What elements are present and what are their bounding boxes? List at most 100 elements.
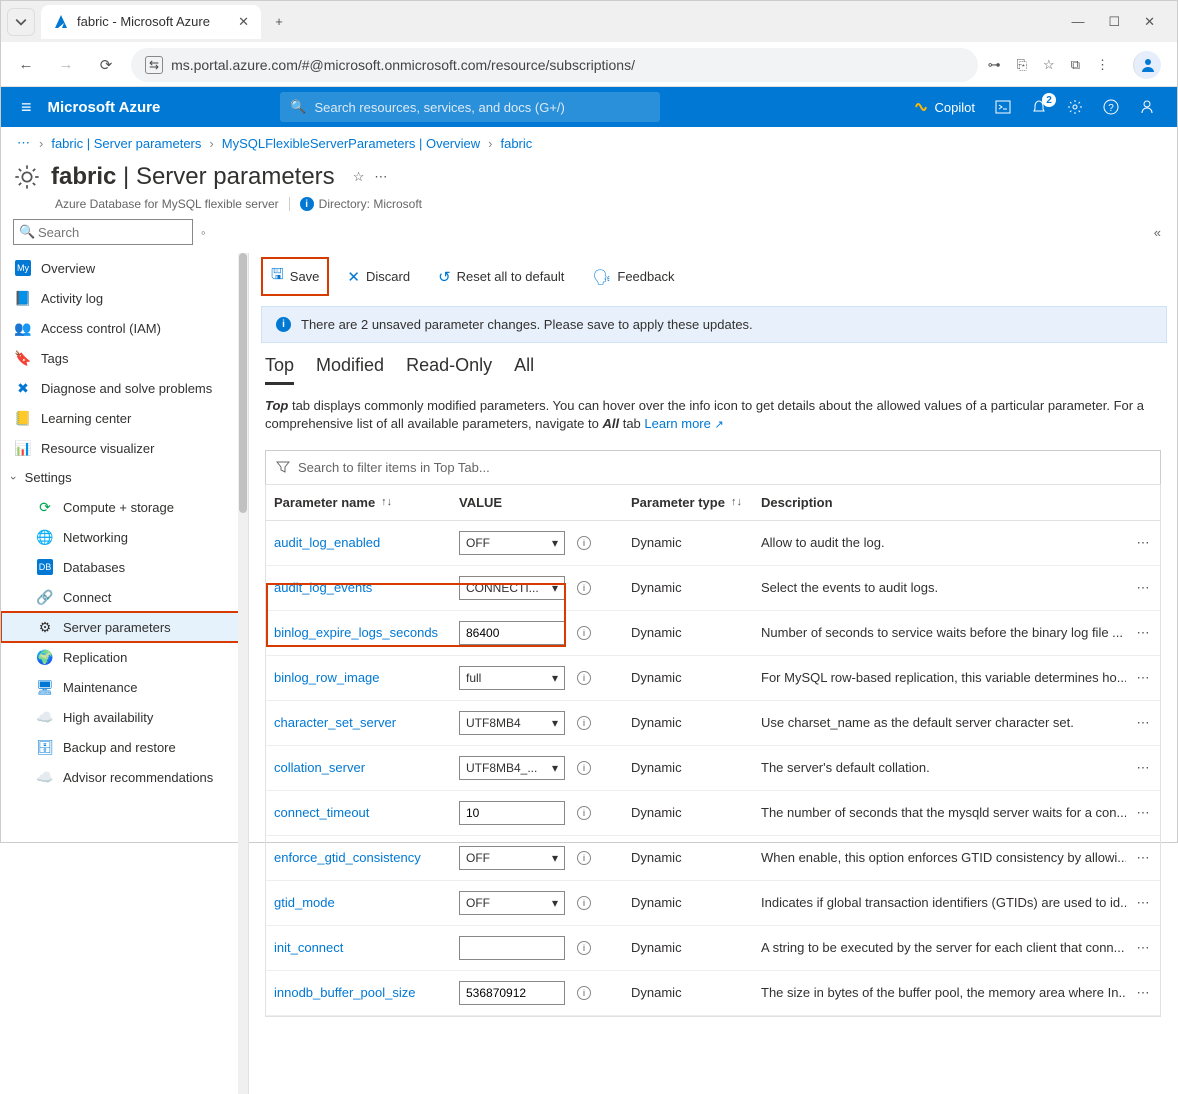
tab-readonly[interactable]: Read-Only xyxy=(406,355,492,385)
info-icon[interactable]: i xyxy=(577,986,591,1000)
col-value[interactable]: VALUE xyxy=(451,485,623,520)
feedback-icon[interactable] xyxy=(1139,99,1155,115)
row-menu[interactable]: ⋯ xyxy=(1126,930,1160,966)
brand[interactable]: Microsoft Azure xyxy=(48,99,161,116)
nav-settings-group[interactable]: ›Settings xyxy=(1,463,248,492)
col-desc[interactable]: Description xyxy=(753,485,1126,520)
nav-databases[interactable]: DBDatabases xyxy=(1,552,248,582)
menu-icon[interactable]: ⋮ xyxy=(1096,57,1109,73)
new-tab-button[interactable]: + xyxy=(265,8,293,36)
row-menu[interactable]: ⋯ xyxy=(1126,885,1160,921)
install-icon[interactable]: ⎘ xyxy=(1017,57,1027,73)
info-icon[interactable]: i xyxy=(577,851,591,865)
browser-tab[interactable]: fabric - Microsoft Azure ✕ xyxy=(41,5,261,39)
close-tab-icon[interactable]: ✕ xyxy=(238,14,249,30)
param-name-link[interactable]: enforce_gtid_consistency xyxy=(274,850,421,865)
settings-icon[interactable] xyxy=(1067,99,1083,115)
more-icon[interactable]: ⋯ xyxy=(374,169,387,185)
info-icon[interactable]: i xyxy=(577,806,591,820)
param-name-link[interactable]: audit_log_events xyxy=(274,580,372,595)
nav-high-availability[interactable]: ☁️High availability xyxy=(1,702,248,732)
discard-button[interactable]: ✕Discard xyxy=(339,263,418,291)
value-select[interactable]: CONNECTI...▾ xyxy=(459,576,565,600)
value-select[interactable]: OFF▾ xyxy=(459,531,565,555)
tab-list-button[interactable] xyxy=(7,8,35,36)
value-input[interactable] xyxy=(459,981,565,1005)
breadcrumb-item[interactable]: MySQLFlexibleServerParameters | Overview xyxy=(222,136,480,151)
site-info-icon[interactable]: ⇆ xyxy=(145,56,163,74)
row-menu[interactable]: ⋯ xyxy=(1126,840,1160,876)
nav-learning[interactable]: 📒Learning center xyxy=(1,403,248,433)
expand-group-icon[interactable]: ◦ xyxy=(201,225,206,240)
nav-connect[interactable]: 🔗Connect xyxy=(1,582,248,612)
reload-button[interactable]: ⟳ xyxy=(91,50,121,80)
nav-networking[interactable]: 🌐Networking xyxy=(1,522,248,552)
value-select[interactable]: OFF▾ xyxy=(459,846,565,870)
maximize-icon[interactable]: ☐ xyxy=(1108,14,1120,30)
profile-avatar[interactable] xyxy=(1133,51,1161,79)
param-name-link[interactable]: audit_log_enabled xyxy=(274,535,380,550)
breadcrumb-item[interactable]: fabric | Server parameters xyxy=(51,136,201,151)
feedback-button[interactable]: 🗣Feedback xyxy=(584,263,682,291)
nav-maintenance[interactable]: 🖥Maintenance xyxy=(1,672,248,702)
value-input[interactable] xyxy=(459,936,565,960)
nav-server-parameters[interactable]: ⚙Server parameters xyxy=(1,612,248,642)
nav-backup[interactable]: 🗄Backup and restore xyxy=(1,732,248,762)
breadcrumb-ellipsis[interactable]: ⋯ xyxy=(17,135,31,151)
save-button[interactable]: 🖫Save xyxy=(263,259,327,294)
url-field[interactable]: ⇆ ms.portal.azure.com/#@microsoft.onmicr… xyxy=(131,48,978,82)
nav-compute[interactable]: ⟳Compute + storage xyxy=(1,492,248,522)
param-name-link[interactable]: init_connect xyxy=(274,940,343,955)
info-icon[interactable]: i xyxy=(577,716,591,730)
nav-replication[interactable]: 🌍Replication xyxy=(1,642,248,672)
row-menu[interactable]: ⋯ xyxy=(1126,705,1160,741)
tab-all[interactable]: All xyxy=(514,355,534,385)
reset-button[interactable]: ↺Reset all to default xyxy=(430,263,572,291)
col-type[interactable]: Parameter type↑↓ xyxy=(623,485,753,520)
copilot-button[interactable]: Copilot xyxy=(913,99,975,115)
extensions-icon[interactable]: ⧉ xyxy=(1071,57,1080,73)
param-name-link[interactable]: innodb_buffer_pool_size xyxy=(274,985,415,1000)
back-button[interactable]: ← xyxy=(11,50,41,80)
param-name-link[interactable]: binlog_row_image xyxy=(274,670,380,685)
row-menu[interactable]: ⋯ xyxy=(1126,615,1160,651)
cloudshell-icon[interactable] xyxy=(995,99,1011,115)
info-icon[interactable]: i xyxy=(577,761,591,775)
nav-iam[interactable]: 👥Access control (IAM) xyxy=(1,313,248,343)
learn-more-link[interactable]: Learn more ↗ xyxy=(644,416,723,431)
nav-diagnose[interactable]: ✖︎Diagnose and solve problems xyxy=(1,373,248,403)
value-input[interactable] xyxy=(459,801,565,825)
forward-button[interactable]: → xyxy=(51,50,81,80)
collapse-sidebar-icon[interactable]: « xyxy=(1154,225,1161,240)
info-icon[interactable]: i xyxy=(577,536,591,550)
row-menu[interactable]: ⋯ xyxy=(1126,660,1160,696)
notifications-icon[interactable]: 2 xyxy=(1031,99,1047,115)
bookmark-icon[interactable]: ☆ xyxy=(1043,57,1055,73)
row-menu[interactable]: ⋯ xyxy=(1126,795,1160,831)
global-search[interactable]: 🔍 Search resources, services, and docs (… xyxy=(280,92,660,122)
info-icon[interactable]: i xyxy=(577,941,591,955)
pin-icon[interactable]: ☆ xyxy=(353,169,365,185)
param-name-link[interactable]: character_set_server xyxy=(274,715,396,730)
tab-top[interactable]: Top xyxy=(265,355,294,385)
nav-advisor[interactable]: ☁️Advisor recommendations xyxy=(1,762,248,792)
value-select[interactable]: UTF8MB4_...▾ xyxy=(459,756,565,780)
row-menu[interactable]: ⋯ xyxy=(1126,525,1160,561)
help-icon[interactable]: ? xyxy=(1103,99,1119,115)
info-icon[interactable]: i xyxy=(577,896,591,910)
row-menu[interactable]: ⋯ xyxy=(1126,975,1160,1011)
nav-overview[interactable]: MyOverview xyxy=(1,253,248,283)
sidebar-scrollbar[interactable] xyxy=(238,253,248,1094)
col-name[interactable]: Parameter name↑↓ xyxy=(266,485,451,520)
value-input[interactable] xyxy=(459,621,565,645)
value-select[interactable]: full▾ xyxy=(459,666,565,690)
nav-visualizer[interactable]: 📊Resource visualizer xyxy=(1,433,248,463)
filter-input[interactable]: Search to filter items in Top Tab... xyxy=(265,450,1161,484)
param-name-link[interactable]: connect_timeout xyxy=(274,805,369,820)
info-icon[interactable]: i xyxy=(577,671,591,685)
nav-activity-log[interactable]: 📘Activity log xyxy=(1,283,248,313)
value-select[interactable]: UTF8MB4▾ xyxy=(459,711,565,735)
sidebar-search-input[interactable] xyxy=(13,219,193,245)
nav-tags[interactable]: 🔖Tags xyxy=(1,343,248,373)
info-icon[interactable]: i xyxy=(577,581,591,595)
